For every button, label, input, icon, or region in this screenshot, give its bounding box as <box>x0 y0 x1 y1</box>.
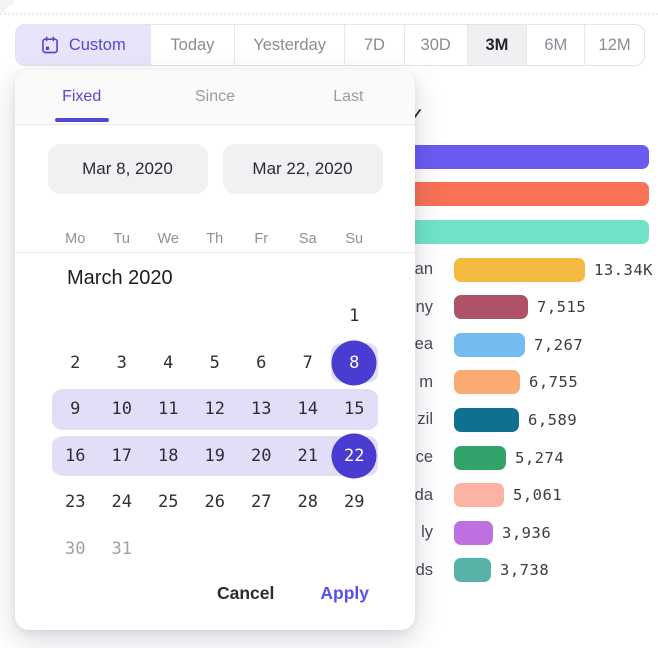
tab-fixed[interactable]: Fixed <box>15 70 148 124</box>
day-cell[interactable]: 5 <box>192 340 239 387</box>
apply-button[interactable]: Apply <box>318 579 371 608</box>
day-cell <box>192 526 239 573</box>
day-cell-in-range[interactable]: 19 <box>192 433 239 480</box>
bar[interactable] <box>454 483 504 507</box>
day-cell-in-range[interactable]: 17 <box>99 433 146 480</box>
bar-value: 7,267 <box>534 336 583 354</box>
day-cell-in-range[interactable]: 20 <box>238 433 285 480</box>
day-cell[interactable]: 28 <box>285 479 332 526</box>
day-cell-range-end[interactable]: 22 <box>331 433 378 480</box>
bar-value: 6,755 <box>529 373 578 391</box>
day-cell-in-range[interactable]: 18 <box>145 433 192 480</box>
weekday-label: Sa <box>285 226 332 252</box>
bar[interactable] <box>454 521 493 545</box>
cancel-button[interactable]: Cancel <box>215 579 276 608</box>
weekday-label: Mo <box>52 226 99 252</box>
bar-value: 3,936 <box>502 524 551 542</box>
range-button-7d[interactable]: 7D <box>345 25 405 65</box>
day-cell <box>285 526 332 573</box>
top-separator-line <box>0 13 658 15</box>
bar-value: 6,589 <box>528 411 577 429</box>
day-cell <box>99 293 146 340</box>
date-picker-footer: Cancel Apply <box>215 579 371 608</box>
start-date-input[interactable]: Mar 8, 2020 <box>48 144 208 194</box>
weekday-label: Fr <box>238 226 285 252</box>
day-cell <box>238 526 285 573</box>
date-range-toolbar: Custom Today Yesterday 7D 30D 3M 6M 12M <box>15 24 645 66</box>
tab-since[interactable]: Since <box>148 70 281 124</box>
bar[interactable] <box>454 558 491 582</box>
bar[interactable] <box>454 333 525 357</box>
bar-value: 13.34K <box>594 261 653 279</box>
day-cell <box>192 293 239 340</box>
bar[interactable] <box>454 258 585 282</box>
day-cell <box>285 293 332 340</box>
day-cell-in-range[interactable]: 16 <box>52 433 99 480</box>
calendar-icon <box>40 35 60 55</box>
bar[interactable] <box>454 446 506 470</box>
day-cell <box>331 526 378 573</box>
day-cell <box>238 293 285 340</box>
bar[interactable] <box>409 182 649 206</box>
bar-value: 5,274 <box>515 449 564 467</box>
range-button-today[interactable]: Today <box>151 25 236 65</box>
bar[interactable] <box>409 220 649 244</box>
weekday-header: Mo Tu We Th Fr Sa Su <box>52 226 415 252</box>
day-cell-in-range[interactable]: 13 <box>238 386 285 433</box>
bar[interactable] <box>454 370 520 394</box>
range-button-label: Custom <box>69 36 126 55</box>
tab-last[interactable]: Last <box>282 70 415 124</box>
date-picker-popup: Fixed Since Last Mar 8, 2020 Mar 22, 202… <box>15 70 415 630</box>
day-cell-in-range[interactable]: 14 <box>285 386 332 433</box>
day-cell-in-range[interactable]: 11 <box>145 386 192 433</box>
day-cell[interactable]: 2 <box>52 340 99 387</box>
top-panel-corner <box>0 0 14 12</box>
day-cell[interactable]: 24 <box>99 479 146 526</box>
day-cell[interactable]: 3 <box>99 340 146 387</box>
range-button-30d[interactable]: 30D <box>405 25 468 65</box>
bar-value: 3,738 <box>500 561 549 579</box>
weekday-label: Tu <box>99 226 146 252</box>
month-title: March 2020 <box>67 267 415 293</box>
calendar-grid: 1 2 3 4 5 6 7 8 9 10 11 12 13 14 15 16 1… <box>52 293 415 572</box>
range-button-yesterday[interactable]: Yesterday <box>235 25 345 65</box>
day-cell-in-range[interactable]: 12 <box>192 386 239 433</box>
day-cell-range-start[interactable]: 8 <box>331 340 378 387</box>
day-cell-muted[interactable]: 31 <box>99 526 146 573</box>
bar-value: 5,061 <box>513 486 562 504</box>
weekday-label: Th <box>192 226 239 252</box>
bar-value: 7,515 <box>537 298 586 316</box>
end-date-input[interactable]: Mar 22, 2020 <box>223 144 383 194</box>
bar[interactable] <box>409 145 649 169</box>
day-cell[interactable]: 29 <box>331 479 378 526</box>
day-cell[interactable]: 7 <box>285 340 332 387</box>
day-cell <box>145 526 192 573</box>
range-button-6m[interactable]: 6M <box>527 25 585 65</box>
range-button-custom[interactable]: Custom <box>16 25 151 65</box>
range-button-12m[interactable]: 12M <box>585 25 644 65</box>
weekday-label: We <box>145 226 192 252</box>
day-cell[interactable]: 23 <box>52 479 99 526</box>
day-cell-in-range[interactable]: 9 <box>52 386 99 433</box>
day-cell[interactable]: 1 <box>331 293 378 340</box>
divider <box>15 252 415 253</box>
weekday-label: Su <box>331 226 378 252</box>
range-button-3m[interactable]: 3M <box>468 25 528 65</box>
day-cell[interactable]: 27 <box>238 479 285 526</box>
bar[interactable] <box>454 295 528 319</box>
day-cell <box>145 293 192 340</box>
bar[interactable] <box>454 408 519 432</box>
day-cell[interactable]: 4 <box>145 340 192 387</box>
date-picker-tabs: Fixed Since Last <box>15 70 415 125</box>
day-cell[interactable]: 26 <box>192 479 239 526</box>
day-cell <box>52 293 99 340</box>
day-cell[interactable]: 6 <box>238 340 285 387</box>
day-cell-in-range[interactable]: 21 <box>285 433 332 480</box>
day-cell-in-range[interactable]: 10 <box>99 386 146 433</box>
date-inputs: Mar 8, 2020 Mar 22, 2020 <box>15 144 415 194</box>
day-cell-in-range[interactable]: 15 <box>331 386 378 433</box>
day-cell[interactable]: 25 <box>145 479 192 526</box>
day-cell-muted[interactable]: 30 <box>52 526 99 573</box>
